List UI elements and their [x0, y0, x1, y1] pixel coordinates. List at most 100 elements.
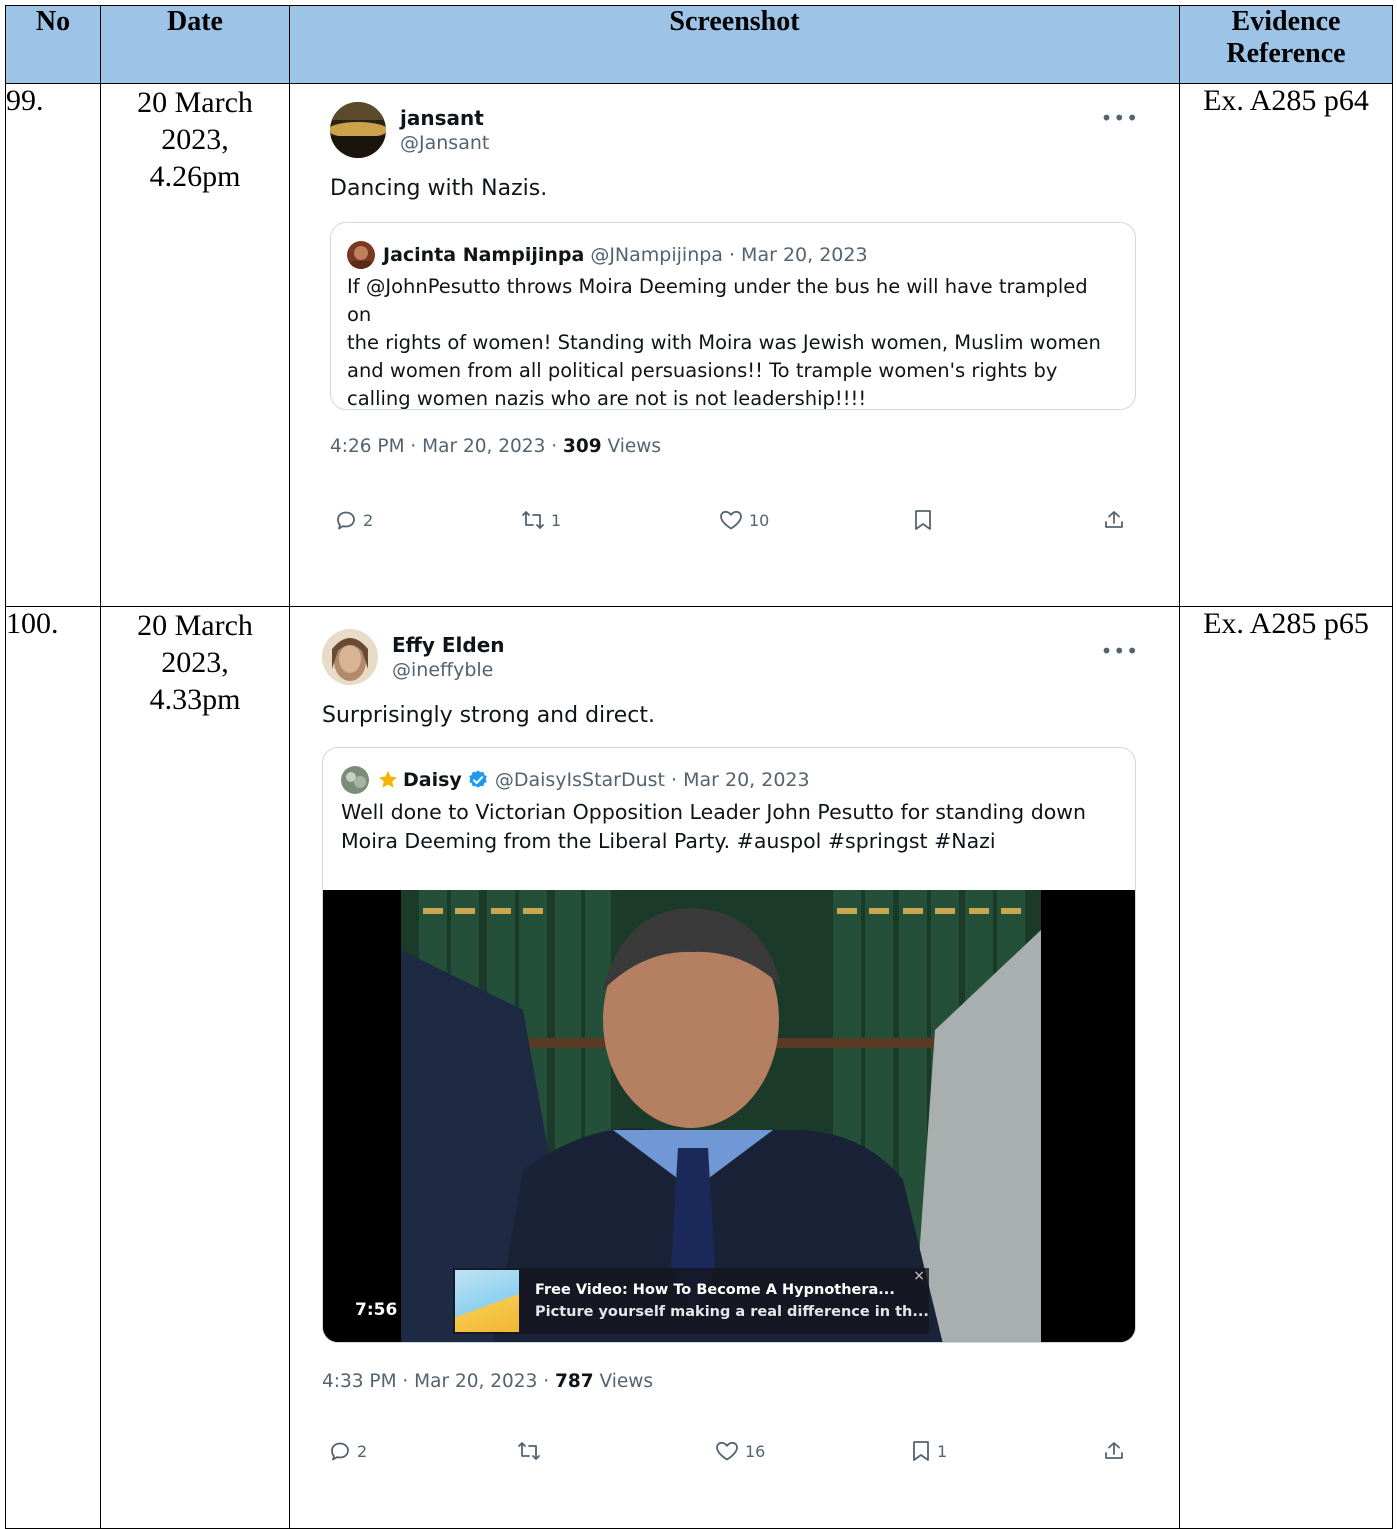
repost-button[interactable]: 1	[520, 508, 561, 532]
promo-thumbnail	[455, 1270, 519, 1332]
repost-count: 1	[551, 510, 562, 530]
views-count: 787	[555, 1371, 594, 1392]
quote-avatar	[347, 241, 375, 269]
date-line: 4.26pm	[149, 160, 241, 193]
row-date: 20 March 2023, 4.33pm	[100, 606, 290, 1529]
quote-text-line: Moira Deeming from the Liberal Party. #a…	[341, 829, 996, 853]
heart-icon	[720, 510, 742, 530]
row-date: 20 March 2023, 4.26pm	[100, 83, 290, 607]
more-options-icon[interactable]: •••	[1101, 106, 1139, 130]
quoted-tweet[interactable]: Jacinta Nampijinpa @JNampijinpa · Mar 20…	[330, 222, 1136, 410]
bookmark-icon	[915, 510, 931, 530]
share-button[interactable]	[1102, 1439, 1126, 1463]
screenshot-cell: Effy Elden @ineffyble ••• Surprisingly s…	[289, 606, 1180, 1529]
evidence-reference: Ex. A285 p65	[1179, 606, 1393, 1529]
row-number: 100.	[5, 606, 101, 1529]
quote-handle-date: @DaisyIsStarDust · Mar 20, 2023	[494, 769, 810, 791]
row-number: 99.	[5, 83, 101, 607]
timestamp[interactable]: 4:33 PM · Mar 20, 2023 ·	[322, 1371, 555, 1392]
tweet-header: jansant @Jansant	[330, 102, 489, 158]
reply-count: 2	[357, 1441, 368, 1461]
evidence-table: No Date Screenshot Evidence Reference 99…	[5, 5, 1393, 1529]
date-line: 20 March	[137, 86, 253, 119]
repost-icon	[522, 511, 544, 529]
header-ref-line1: Evidence	[1231, 6, 1341, 37]
verified-badge-icon	[469, 770, 487, 788]
header-no: No	[5, 5, 101, 84]
tweet-text: Surprisingly strong and direct.	[322, 703, 655, 728]
tweet-text: Dancing with Nazis.	[330, 176, 548, 201]
quoted-tweet[interactable]: Daisy @DaisyIsStarDust · Mar 20, 2023 We…	[322, 747, 1136, 1343]
header-evidence-reference: Evidence Reference	[1179, 5, 1393, 84]
display-name[interactable]: Effy Elden	[392, 632, 505, 658]
tweet-header: Effy Elden @ineffyble	[322, 629, 505, 685]
video-duration: 7:56	[351, 1298, 402, 1322]
avatar-image	[322, 629, 378, 685]
date-line: 2023,	[161, 123, 229, 156]
date-line: 20 March	[137, 609, 253, 642]
date-line: 2023,	[161, 646, 229, 679]
tweet-meta: 4:26 PM · Mar 20, 2023 · 309 Views	[330, 436, 661, 457]
bookmark-icon	[913, 1441, 929, 1461]
share-icon	[1105, 1442, 1123, 1459]
share-button[interactable]	[1102, 508, 1126, 532]
promo-title: Free Video: How To Become A Hypnothera..…	[535, 1282, 895, 1298]
quote-text-line: If @JohnPesutto throws Moira Deeming und…	[347, 275, 1088, 326]
evidence-reference: Ex. A285 p64	[1179, 83, 1393, 607]
quote-header: Jacinta Nampijinpa @JNampijinpa · Mar 20…	[347, 241, 1117, 269]
quote-text-line: Well done to Victorian Opposition Leader…	[341, 800, 1087, 824]
tweet-card: jansant @Jansant ••• Dancing with Nazis.…	[290, 84, 1179, 605]
views-label: Views	[593, 1371, 654, 1392]
quote-handle-date: @JNampijinpa · Mar 20, 2023	[590, 244, 868, 266]
quote-text: If @JohnPesutto throws Moira Deeming und…	[347, 273, 1117, 410]
reply-button[interactable]: 2	[334, 508, 373, 532]
promo-subtitle: Picture yourself making a real differenc…	[535, 1304, 929, 1320]
tweet-meta: 4:33 PM · Mar 20, 2023 · 787 Views	[322, 1371, 653, 1392]
reply-count: 2	[363, 510, 374, 530]
quote-header: Daisy @DaisyIsStarDust · Mar 20, 2023	[341, 766, 1117, 794]
tweet-card: Effy Elden @ineffyble ••• Surprisingly s…	[290, 607, 1179, 1527]
user-handle[interactable]: @ineffyble	[392, 658, 505, 682]
avatar-image	[330, 102, 386, 158]
reply-button[interactable]: 2	[328, 1439, 367, 1463]
quote-text-line: calling women nazis who are not is not l…	[347, 387, 867, 410]
bookmark-button[interactable]: 1	[910, 1439, 947, 1463]
repost-button[interactable]	[516, 1439, 547, 1463]
table-row: 99. 20 March 2023, 4.26pm jansant @Jansa…	[5, 83, 1393, 607]
more-options-icon[interactable]: •••	[1101, 639, 1139, 663]
date-line: 4.33pm	[149, 683, 241, 716]
close-icon[interactable]: ×	[913, 1268, 925, 1284]
quote-display-name: Daisy	[403, 769, 462, 791]
share-icon	[1105, 511, 1123, 528]
header-ref-line2: Reference	[1226, 38, 1346, 69]
reply-icon	[331, 1442, 349, 1461]
star-icon	[379, 770, 397, 788]
views-label: Views	[601, 436, 662, 457]
display-name[interactable]: jansant	[400, 105, 489, 131]
table-header-row: No Date Screenshot Evidence Reference	[5, 5, 1393, 84]
quote-text: Well done to Victorian Opposition Leader…	[341, 798, 1117, 856]
quote-text-line: and women from all political persuasions…	[347, 359, 1058, 382]
quote-text-line: the rights of women! Standing with Moira…	[347, 331, 1101, 354]
views-count: 309	[563, 436, 602, 457]
promo-overlay[interactable]: Free Video: How To Become A Hypnothera..…	[453, 1268, 929, 1334]
avatar[interactable]	[330, 102, 386, 158]
header-date: Date	[100, 5, 290, 84]
user-handle[interactable]: @Jansant	[400, 131, 489, 155]
like-button[interactable]: 16	[714, 1439, 765, 1463]
reply-icon	[337, 511, 355, 530]
table-row: 100. 20 March 2023, 4.33pm Effy Elden @i…	[5, 606, 1393, 1529]
like-count: 16	[745, 1441, 766, 1461]
heart-icon	[716, 1441, 738, 1461]
like-button[interactable]: 10	[718, 508, 769, 532]
video-player[interactable]: 7:56 Free Video: How To Become A Hypnoth…	[323, 890, 1135, 1342]
avatar[interactable]	[322, 629, 378, 685]
quote-display-name: Jacinta Nampijinpa	[383, 244, 585, 266]
timestamp[interactable]: 4:26 PM · Mar 20, 2023 ·	[330, 436, 563, 457]
header-screenshot: Screenshot	[289, 5, 1180, 84]
screenshot-cell: jansant @Jansant ••• Dancing with Nazis.…	[289, 83, 1180, 607]
bookmark-count: 1	[937, 1441, 948, 1461]
repost-icon	[518, 1442, 540, 1460]
bookmark-button[interactable]	[912, 508, 939, 532]
like-count: 10	[749, 510, 770, 530]
